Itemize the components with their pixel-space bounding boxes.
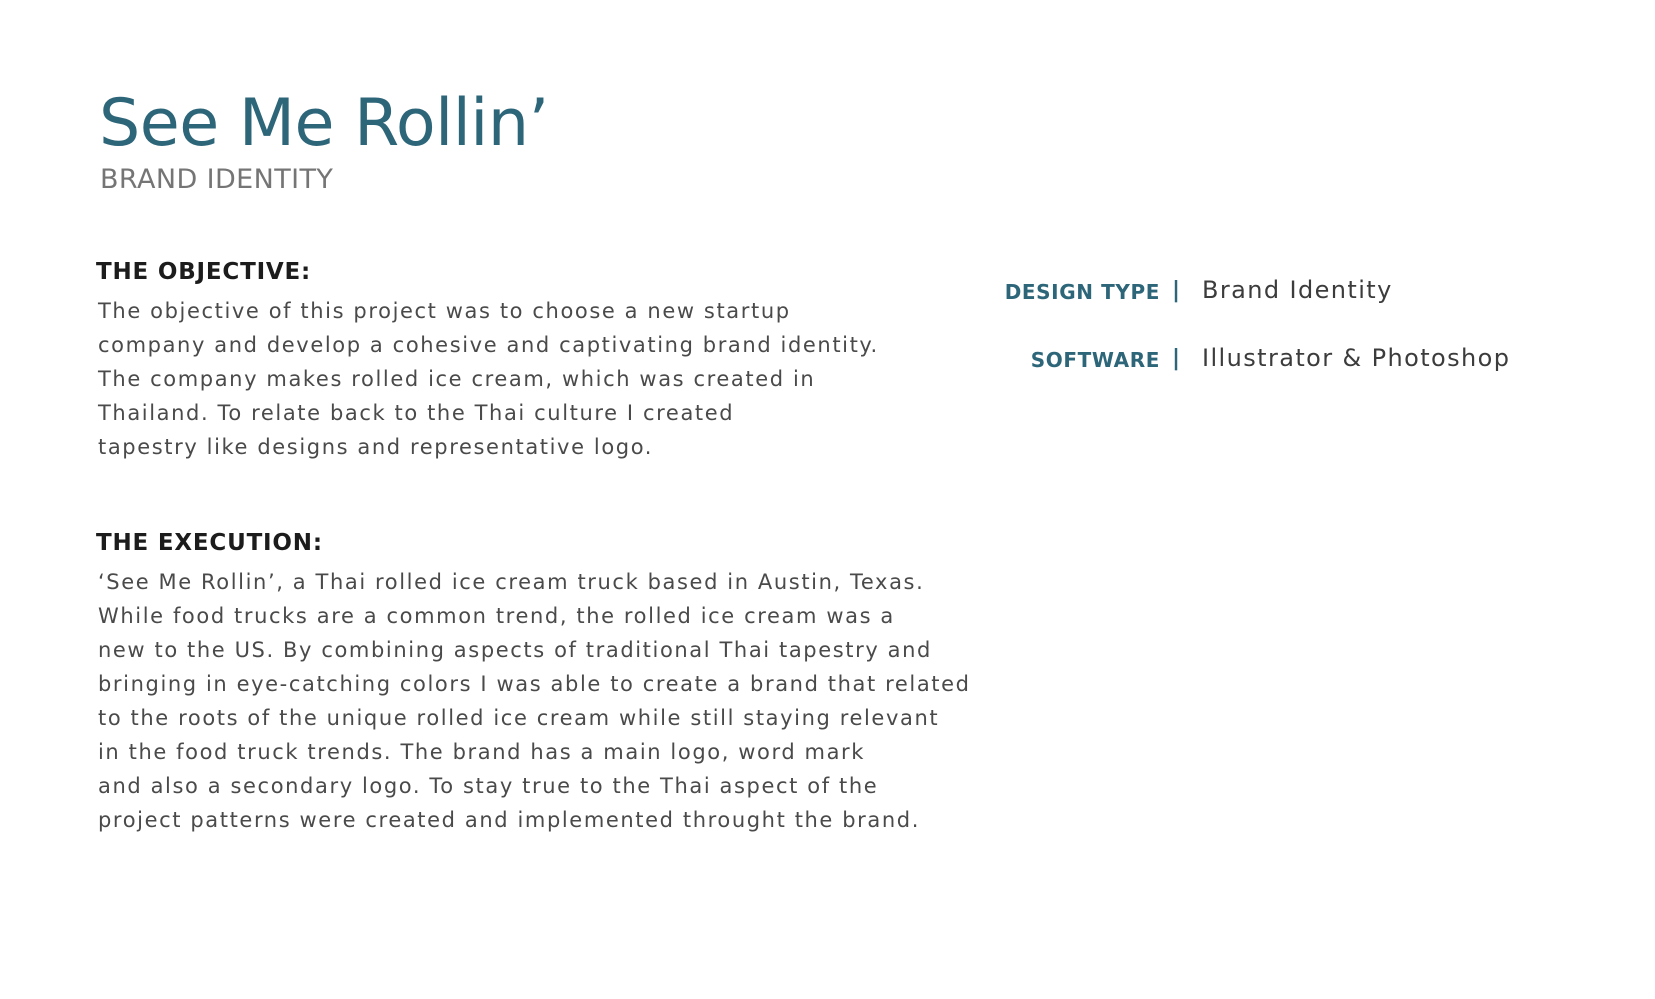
execution-line: ‘See Me Rollin’, a Thai rolled ice cream… [98,570,925,594]
execution-line: While food trucks are a common trend, th… [98,604,895,628]
objective-line: The objective of this project was to cho… [98,299,791,323]
execution-line: project patterns were created and implem… [98,808,920,832]
execution-line: new to the US. By combining aspects of t… [98,638,932,662]
objective-paragraph: The objective of this project was to cho… [98,294,879,464]
objective-line: company and develop a cohesive and capti… [98,333,879,357]
meta-row-software: SOFTWARE | Illustrator & Photoshop [980,338,1620,406]
execution-line: in the food truck trends. The brand has … [98,740,866,764]
execution-line: bringing in eye-catching colors I was ab… [98,672,971,696]
project-page: See Me Rollin’ BRAND IDENTITY THE OBJECT… [0,0,1655,999]
project-meta: DESIGN TYPE | Brand Identity SOFTWARE | … [980,270,1620,406]
objective-line: tapestry like designs and representative… [98,435,654,459]
objective-line: The company makes rolled ice cream, whic… [98,367,816,391]
execution-line: to the roots of the unique rolled ice cr… [98,706,940,730]
objective-line: Thailand. To relate back to the Thai cul… [98,401,735,425]
design-type-label: DESIGN TYPE [1004,280,1160,304]
execution-line: and also a secondary logo. To stay true … [98,774,879,798]
software-value: Illustrator & Photoshop [1202,344,1511,372]
software-label: SOFTWARE [1030,348,1160,372]
meta-row-design-type: DESIGN TYPE | Brand Identity [980,270,1620,338]
project-subtitle: BRAND IDENTITY [100,164,334,195]
meta-separator: | [1172,278,1181,303]
design-type-value: Brand Identity [1202,276,1393,304]
execution-paragraph: ‘See Me Rollin’, a Thai rolled ice cream… [98,565,971,837]
execution-heading: THE EXECUTION: [96,530,323,556]
project-title: See Me Rollin’ [99,86,549,161]
objective-heading: THE OBJECTIVE: [96,259,312,285]
meta-separator: | [1172,346,1181,371]
